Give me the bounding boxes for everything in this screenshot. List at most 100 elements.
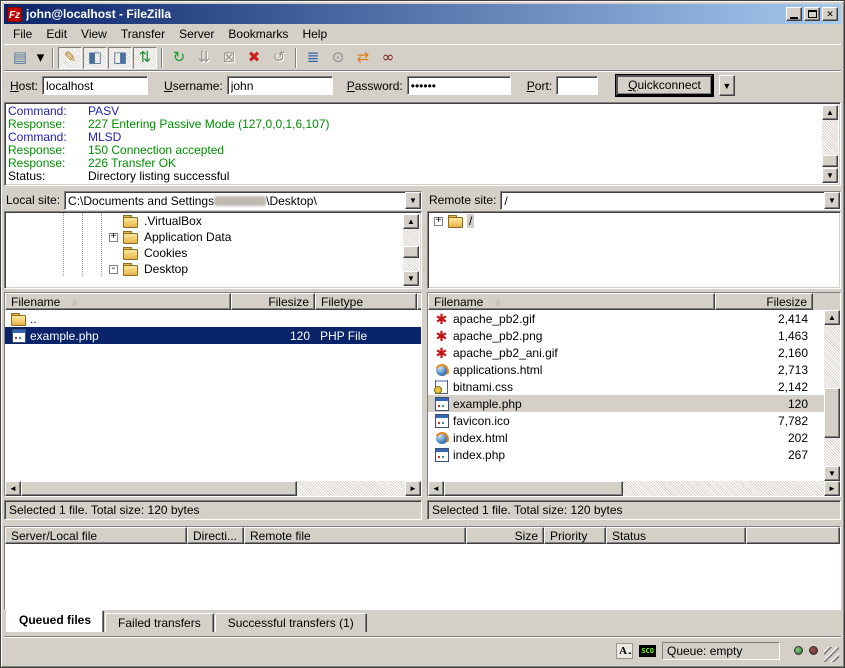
scroll-down-icon[interactable]: ▼ bbox=[824, 466, 840, 481]
queue-column-header[interactable]: Directi... bbox=[187, 527, 244, 544]
file-row[interactable]: example.php 120 PHP File 1 bbox=[5, 327, 421, 344]
file-row[interactable]: favicon.ico 7,782 bbox=[428, 412, 824, 429]
remote-horizontal-scrollbar[interactable]: ◄ ► bbox=[428, 481, 840, 496]
file-row[interactable]: apache_pb2_ani.gif 2,160 bbox=[428, 344, 824, 361]
local-horizontal-scrollbar[interactable]: ◄ ► bbox=[5, 481, 421, 496]
file-row[interactable]: index.html 202 bbox=[428, 429, 824, 446]
toggle-remote-treeview-button[interactable]: ◨ bbox=[108, 47, 132, 69]
queue-tab[interactable]: Queued files bbox=[6, 610, 104, 632]
file-row[interactable]: example.php 120 bbox=[428, 395, 824, 412]
local-tree-scrollbar[interactable]: ▲ ▼ bbox=[403, 214, 419, 286]
toolbar-separator[interactable] bbox=[161, 48, 163, 68]
scrollbar-thumb[interactable] bbox=[403, 246, 419, 258]
tree-expander-icon[interactable] bbox=[109, 265, 118, 274]
queue-tab[interactable]: Failed transfers bbox=[105, 613, 214, 632]
scrollbar-thumb[interactable] bbox=[21, 481, 297, 496]
column-header[interactable]: Filesize ▲ bbox=[715, 293, 813, 310]
queue-column-header[interactable]: Server/Local file bbox=[5, 527, 187, 544]
file-row[interactable]: apache_pb2.gif 2,414 bbox=[428, 310, 824, 327]
scrollbar-thumb[interactable] bbox=[822, 155, 838, 167]
chevron-down-icon: ▼ bbox=[722, 81, 731, 91]
menu-item[interactable]: View bbox=[74, 25, 114, 43]
menu-item[interactable]: File bbox=[6, 25, 39, 43]
tree-item[interactable]: / bbox=[428, 213, 840, 229]
log-scrollbar[interactable]: ▲ ▼ bbox=[822, 105, 838, 183]
local-site-combobox[interactable]: C:\Documents and Settings\Desktop\ ▼ bbox=[64, 191, 422, 210]
minimize-button[interactable] bbox=[786, 7, 802, 21]
menu-item[interactable]: Edit bbox=[39, 25, 74, 43]
queue-column-header[interactable] bbox=[746, 527, 840, 544]
toolbar-separator[interactable] bbox=[295, 48, 297, 68]
local-site-dropdown-button[interactable]: ▼ bbox=[405, 192, 421, 209]
queue-column-header[interactable]: Priority bbox=[544, 527, 606, 544]
process-queue-button[interactable]: ⇊ bbox=[192, 47, 216, 69]
quickconnect-button[interactable]: Quickconnect bbox=[616, 75, 713, 96]
apache-feather-icon bbox=[433, 346, 450, 360]
resize-grip[interactable] bbox=[824, 647, 839, 662]
menu-item[interactable]: Bookmarks bbox=[221, 25, 295, 43]
menu-item[interactable]: Server bbox=[172, 25, 221, 43]
remote-panel: Remote site: / ▼ / bbox=[427, 190, 841, 520]
file-row[interactable]: apache_pb2.png 1,463 bbox=[428, 327, 824, 344]
site-manager-button[interactable]: ▤ bbox=[8, 47, 32, 69]
find-files-button[interactable]: ∞ bbox=[376, 47, 400, 69]
file-row[interactable]: index.php 267 bbox=[428, 446, 824, 463]
queue-column-header[interactable]: Size bbox=[466, 527, 544, 544]
toggle-message-log-button[interactable]: ✎ bbox=[58, 47, 82, 69]
scroll-up-icon[interactable]: ▲ bbox=[822, 105, 838, 120]
tree-item[interactable]: Cookies bbox=[5, 245, 421, 261]
tree-expander-icon[interactable] bbox=[434, 217, 443, 226]
column-header[interactable]: Filename ▲ bbox=[5, 293, 231, 310]
file-row[interactable]: applications.html 2,713 bbox=[428, 361, 824, 378]
site-manager-dropdown-button[interactable]: ▾ bbox=[33, 47, 48, 69]
disconnect-button[interactable]: ✖ bbox=[242, 47, 266, 69]
scroll-right-icon[interactable]: ► bbox=[405, 481, 421, 496]
scroll-left-icon[interactable]: ◄ bbox=[428, 481, 444, 496]
scrollbar-thumb[interactable] bbox=[824, 388, 840, 437]
file-row[interactable]: bitnami.css 2,142 bbox=[428, 378, 824, 395]
host-input[interactable] bbox=[42, 76, 148, 95]
toggle-local-treeview-button[interactable]: ◧ bbox=[83, 47, 107, 69]
scroll-up-icon[interactable]: ▲ bbox=[824, 310, 840, 325]
quickconnect-dropdown-button[interactable]: ▼ bbox=[719, 75, 735, 96]
tree-item[interactable]: Application Data bbox=[5, 229, 421, 245]
filezilla-logo-icon: Fz bbox=[7, 7, 22, 22]
activity-led-green-icon bbox=[794, 646, 803, 655]
refresh-button[interactable]: ↻ bbox=[167, 47, 191, 69]
toggle-transfer-queue-button[interactable]: ⇅ bbox=[133, 47, 157, 69]
password-input[interactable] bbox=[407, 76, 511, 95]
username-input[interactable] bbox=[227, 76, 333, 95]
queue-tab[interactable]: Successful transfers (1) bbox=[215, 613, 367, 632]
column-header[interactable]: Filename ▲ bbox=[428, 293, 715, 310]
binoculars-icon: ∞ bbox=[382, 50, 395, 65]
tree-item[interactable]: .VirtualBox bbox=[5, 213, 421, 229]
cancel-operation-button[interactable]: ⊠ bbox=[217, 47, 241, 69]
compare-directories-button[interactable]: ⊙ bbox=[326, 47, 350, 69]
maximize-button[interactable] bbox=[804, 7, 820, 21]
menu-item[interactable]: Transfer bbox=[114, 25, 172, 43]
tree-expander-icon[interactable] bbox=[109, 233, 118, 242]
close-button[interactable]: ✕ bbox=[822, 7, 838, 21]
scroll-left-icon[interactable]: ◄ bbox=[5, 481, 21, 496]
ico-file-icon bbox=[433, 414, 450, 428]
toolbar-separator[interactable] bbox=[52, 48, 54, 68]
tree-item[interactable]: Desktop bbox=[5, 261, 421, 277]
remote-vertical-scrollbar[interactable]: ▲ ▼ bbox=[824, 310, 840, 481]
reconnect-button[interactable]: ↺ bbox=[267, 47, 291, 69]
remote-site-combobox[interactable]: / ▼ bbox=[500, 191, 841, 210]
remote-site-dropdown-button[interactable]: ▼ bbox=[824, 192, 840, 209]
queue-column-header[interactable]: Status bbox=[606, 527, 746, 544]
synchronized-browsing-button[interactable]: ⇄ bbox=[351, 47, 375, 69]
scroll-down-icon[interactable]: ▼ bbox=[403, 271, 419, 286]
queue-column-header[interactable]: Remote file bbox=[244, 527, 466, 544]
column-header[interactable]: Filetype ▲ bbox=[315, 293, 417, 310]
menu-item[interactable]: Help bbox=[295, 25, 334, 43]
scroll-right-icon[interactable]: ► bbox=[824, 481, 840, 496]
file-row[interactable]: .. bbox=[5, 310, 421, 327]
port-input[interactable] bbox=[556, 76, 598, 95]
scrollbar-thumb[interactable] bbox=[444, 481, 623, 496]
column-header[interactable]: Filesize ▲ bbox=[231, 293, 315, 310]
directory-filters-button[interactable]: ≣ bbox=[301, 47, 325, 69]
scroll-up-icon[interactable]: ▲ bbox=[403, 214, 419, 229]
scroll-down-icon[interactable]: ▼ bbox=[822, 168, 838, 183]
